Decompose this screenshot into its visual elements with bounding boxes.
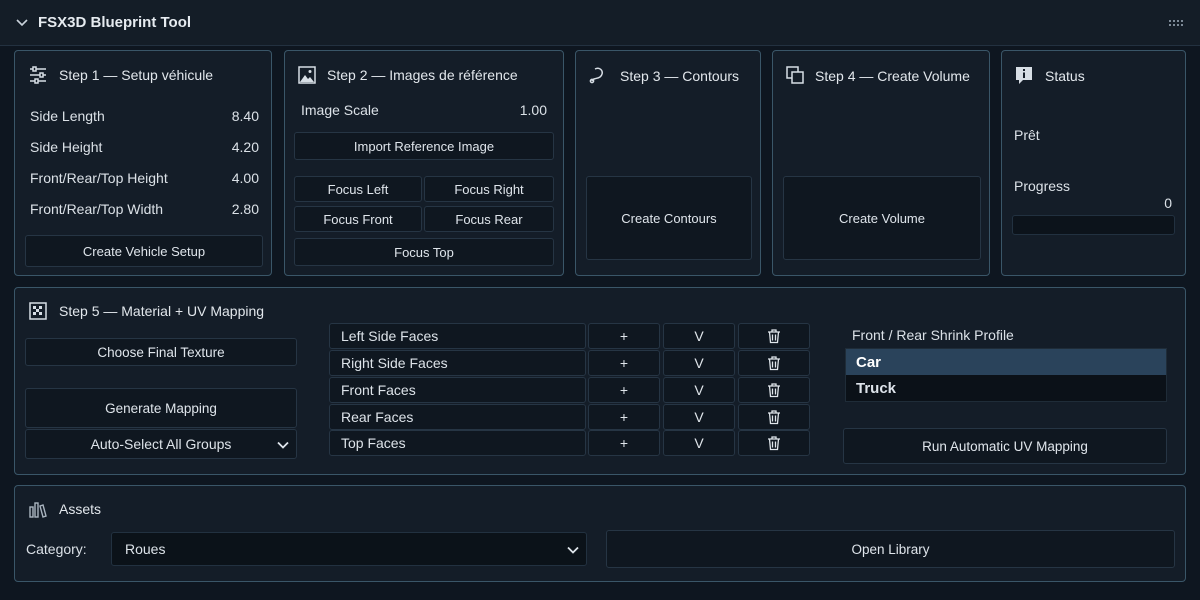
create-contours-button[interactable]: Create Contours — [586, 176, 752, 260]
import-reference-image-button[interactable]: Import Reference Image — [294, 132, 554, 160]
auto-select-groups-dropdown[interactable]: Auto-Select All Groups — [25, 429, 297, 459]
group-front-delete-button[interactable] — [738, 377, 810, 403]
shrink-profile-list: Car Truck — [845, 348, 1167, 402]
status-title: Status — [1045, 68, 1085, 84]
step3-title: Step 3 — Contours — [620, 68, 740, 84]
front-rear-top-width-label: Front/Rear/Top Width — [30, 201, 164, 217]
title-bar: FSX3D Blueprint Tool — [0, 0, 1200, 46]
volume-boxes-icon — [785, 65, 805, 85]
status-panel: Status Prêt Progress 0 — [1001, 50, 1186, 276]
image-icon — [297, 65, 317, 85]
side-length-value[interactable]: 8.40 — [232, 108, 259, 124]
create-volume-button[interactable]: Create Volume — [783, 176, 981, 260]
step1-title: Step 1 — Setup véhicule — [59, 67, 214, 83]
group-right-add-button[interactable]: + — [588, 350, 660, 376]
drag-grip-icon[interactable] — [1168, 16, 1184, 30]
sliders-icon — [28, 65, 48, 85]
group-right-side-faces[interactable]: Right Side Faces — [329, 350, 586, 376]
focus-rear-button[interactable]: Focus Rear — [424, 206, 554, 232]
step5-title: Step 5 — Material + UV Mapping — [59, 303, 265, 319]
shrink-option-car[interactable]: Car — [846, 349, 1166, 375]
choose-final-texture-button[interactable]: Choose Final Texture — [25, 338, 297, 366]
shrink-option-truck[interactable]: Truck — [846, 375, 1166, 401]
group-right-select-button[interactable]: V — [663, 350, 735, 376]
assets-panel: Assets Category: Roues Open Library — [14, 485, 1186, 582]
group-left-side-faces[interactable]: Left Side Faces — [329, 323, 586, 349]
group-top-faces[interactable]: Top Faces — [329, 430, 586, 456]
chevron-down-icon — [276, 438, 290, 452]
open-library-button[interactable]: Open Library — [606, 530, 1175, 568]
focus-left-button[interactable]: Focus Left — [294, 176, 422, 202]
trash-icon — [766, 409, 782, 425]
generate-mapping-button[interactable]: Generate Mapping — [25, 388, 297, 428]
trash-icon — [766, 382, 782, 398]
image-scale-label: Image Scale — [301, 102, 379, 118]
category-label: Category: — [26, 541, 87, 557]
trash-icon — [766, 328, 782, 344]
category-dropdown[interactable]: Roues — [111, 532, 587, 566]
category-value: Roues — [125, 541, 166, 557]
step1-panel: Step 1 — Setup véhicule Side Length 8.40… — [14, 50, 272, 276]
trash-icon — [766, 355, 782, 371]
progress-value: 0 — [1164, 195, 1172, 211]
group-top-select-button[interactable]: V — [663, 430, 735, 456]
progress-label: Progress — [1014, 178, 1071, 194]
create-vehicle-setup-button[interactable]: Create Vehicle Setup — [25, 235, 263, 267]
assets-title: Assets — [59, 501, 102, 517]
step3-panel: Step 3 — Contours Create Contours — [575, 50, 761, 276]
group-rear-faces[interactable]: Rear Faces — [329, 404, 586, 430]
side-length-label: Side Length — [30, 108, 105, 124]
group-right-delete-button[interactable] — [738, 350, 810, 376]
group-front-select-button[interactable]: V — [663, 377, 735, 403]
group-front-add-button[interactable]: + — [588, 377, 660, 403]
step5-panel: Step 5 — Material + UV Mapping Choose Fi… — [14, 287, 1186, 475]
collapse-chevron-icon[interactable] — [14, 14, 30, 30]
group-rear-add-button[interactable]: + — [588, 404, 660, 430]
step2-title: Step 2 — Images de référence — [327, 67, 518, 83]
step4-title: Step 4 — Create Volume — [815, 68, 970, 84]
info-icon — [1014, 65, 1034, 85]
run-automatic-uv-mapping-button[interactable]: Run Automatic UV Mapping — [843, 428, 1167, 464]
auto-select-groups-value: Auto-Select All Groups — [90, 436, 232, 452]
group-rear-delete-button[interactable] — [738, 404, 810, 430]
shrink-profile-label: Front / Rear Shrink Profile — [852, 327, 1014, 343]
focus-right-button[interactable]: Focus Right — [424, 176, 554, 202]
front-rear-top-height-value[interactable]: 4.00 — [232, 170, 259, 186]
step4-panel: Step 4 — Create Volume Create Volume — [772, 50, 990, 276]
books-library-icon — [28, 499, 48, 519]
contour-curve-icon — [588, 65, 608, 85]
front-rear-top-width-value[interactable]: 2.80 — [232, 201, 259, 217]
group-top-add-button[interactable]: + — [588, 430, 660, 456]
group-left-add-button[interactable]: + — [588, 323, 660, 349]
step2-panel: Step 2 — Images de référence Image Scale… — [284, 50, 564, 276]
trash-icon — [766, 435, 782, 451]
group-front-faces[interactable]: Front Faces — [329, 377, 586, 403]
focus-front-button[interactable]: Focus Front — [294, 206, 422, 232]
group-left-delete-button[interactable] — [738, 323, 810, 349]
group-top-delete-button[interactable] — [738, 430, 810, 456]
focus-top-button[interactable]: Focus Top — [294, 238, 554, 266]
app-title: FSX3D Blueprint Tool — [38, 14, 192, 31]
side-height-label: Side Height — [30, 139, 103, 155]
front-rear-top-height-label: Front/Rear/Top Height — [30, 170, 168, 186]
uv-checker-icon — [28, 301, 48, 321]
side-height-value[interactable]: 4.20 — [232, 139, 259, 155]
chevron-down-icon — [566, 543, 580, 557]
status-state: Prêt — [1014, 127, 1040, 143]
progress-bar — [1012, 215, 1175, 235]
group-rear-select-button[interactable]: V — [663, 404, 735, 430]
image-scale-value[interactable]: 1.00 — [520, 102, 547, 118]
group-left-select-button[interactable]: V — [663, 323, 735, 349]
